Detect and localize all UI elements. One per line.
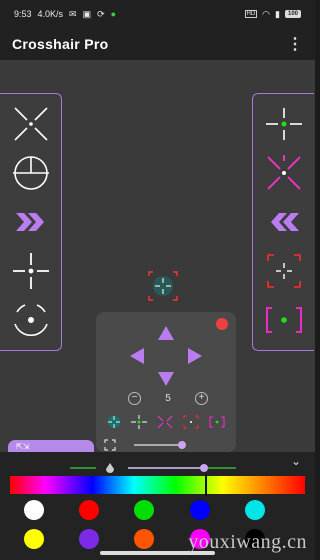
mini-preview-crosshair[interactable] <box>106 414 122 430</box>
red-bracket-cross-icon <box>266 253 301 288</box>
arrow-down-icon[interactable] <box>158 372 174 386</box>
status-speed: 4.0K/s <box>37 9 64 19</box>
magenta-x-crosshair[interactable] <box>261 153 307 193</box>
wechat-icon: ✉ <box>69 8 77 19</box>
double-chevron-right-icon <box>15 212 44 231</box>
mini-magenta-x-crosshair[interactable] <box>156 414 174 430</box>
x-cross-icon <box>13 107 48 141</box>
green-dot-cross-icon <box>265 108 302 141</box>
circle-scope-crosshair[interactable] <box>8 153 54 193</box>
arrow-left-icon[interactable] <box>130 348 144 364</box>
magenta-x-icon <box>266 155 301 190</box>
mini-red-bracket-crosshair[interactable] <box>182 414 200 430</box>
color-swatch[interactable] <box>134 528 155 549</box>
chevron-left-crosshair[interactable] <box>261 202 307 242</box>
app-bar: Crosshair Pro ⋮ <box>0 28 315 60</box>
color-swatch[interactable] <box>189 500 210 520</box>
battery-icon: 100 <box>284 10 301 18</box>
zoom-value: 5 <box>165 392 171 404</box>
double-chevron-left-icon <box>270 212 299 231</box>
scale-row <box>104 438 228 452</box>
app-title: Crosshair Pro <box>12 36 109 52</box>
scale-slider[interactable] <box>134 439 194 451</box>
color-swatch[interactable] <box>134 500 155 520</box>
left-crosshair-panel <box>0 93 62 351</box>
notification-icon: ▣ <box>82 8 92 19</box>
mini-magenta-bracket-crosshair[interactable] <box>208 414 226 430</box>
status-bar: 9:53 4.0K/s ✉ ▣ ⟳ ● HD ◠ ▮ 100 <box>0 0 315 28</box>
opacity-slider[interactable] <box>70 460 240 474</box>
watermark: youxiwang.cn <box>188 531 307 553</box>
magenta-bracket-crosshair[interactable] <box>261 300 307 340</box>
fullscreen-icon[interactable] <box>104 439 116 451</box>
status-left: 9:53 4.0K/s ✉ ▣ ⟳ ● <box>14 9 116 20</box>
arrow-right-icon[interactable] <box>188 348 202 364</box>
signal-icon: ▮ <box>275 8 280 19</box>
green-dot-icon: ● <box>110 9 117 19</box>
recent-crosshairs-row <box>102 412 230 432</box>
crosshair-preview[interactable] <box>145 270 181 302</box>
position-control-panel: − 5 + <box>96 312 236 452</box>
status-right: HD ◠ ▮ 100 <box>244 8 301 20</box>
circle-scope-icon <box>12 156 49 190</box>
color-swatch[interactable] <box>24 528 44 549</box>
right-crosshair-panel <box>252 93 314 351</box>
magenta-bracket-icon <box>265 306 302 333</box>
green-dot-cross-crosshair[interactable] <box>261 104 307 144</box>
red-bracket-crosshair[interactable] <box>261 251 307 291</box>
overflow-menu-icon[interactable]: ⋮ <box>287 34 303 54</box>
sync-icon: ⟳ <box>97 8 105 19</box>
arrow-up-icon[interactable] <box>158 326 174 340</box>
gap-cross-icon <box>12 252 49 289</box>
wifi-icon: ◠ <box>262 8 271 19</box>
status-time: 9:53 <box>14 9 32 19</box>
record-dot-button[interactable] <box>216 318 228 330</box>
color-swatch[interactable] <box>79 500 100 520</box>
chevron-right-crosshair[interactable] <box>8 202 54 242</box>
volte-icon: HD <box>244 10 258 18</box>
circle-dot-icon <box>13 303 48 336</box>
chevron-down-icon[interactable]: ⌄ <box>291 454 301 468</box>
preview-crosshair-icon <box>148 271 178 301</box>
hue-marker[interactable] <box>205 474 207 496</box>
circle-dot-crosshair[interactable] <box>8 300 54 340</box>
mini-green-cross-crosshair[interactable] <box>130 414 148 430</box>
droplet-icon <box>106 463 114 473</box>
color-swatch[interactable] <box>244 500 265 520</box>
zoom-in-button[interactable]: + <box>195 391 208 405</box>
color-swatch[interactable] <box>24 500 44 520</box>
color-swatch[interactable] <box>79 528 100 549</box>
zoom-out-button[interactable]: − <box>128 391 141 405</box>
zoom-control: − 5 + <box>128 390 208 406</box>
x-cross-crosshair[interactable] <box>8 104 54 144</box>
gap-cross-crosshair[interactable] <box>8 251 54 291</box>
hue-gradient-bar[interactable] <box>10 476 305 494</box>
